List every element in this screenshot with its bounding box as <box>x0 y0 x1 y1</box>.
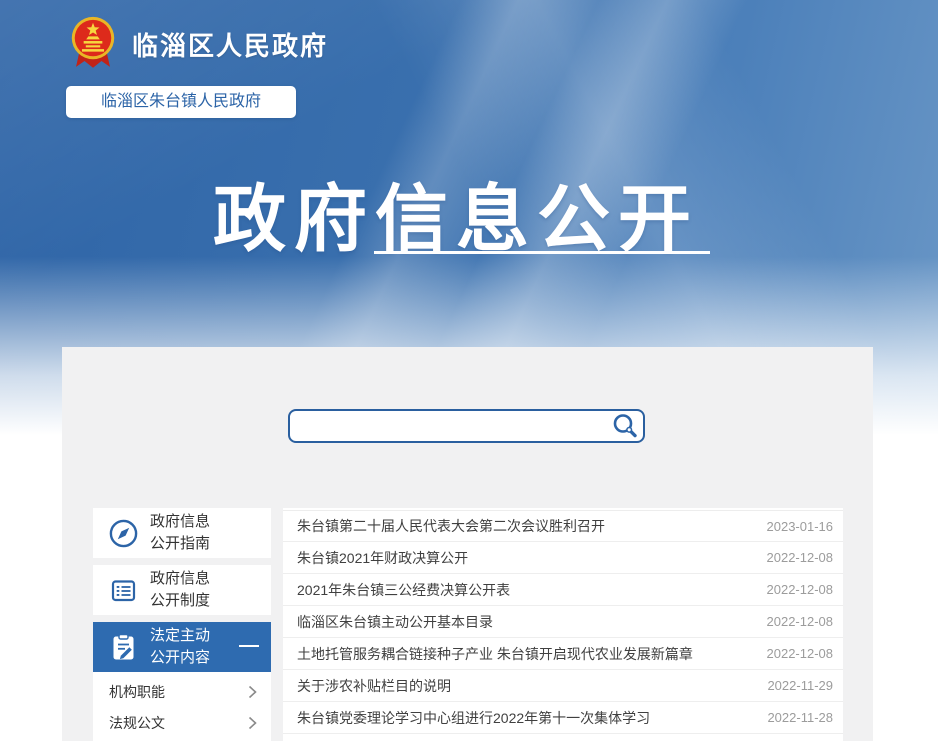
site-title: 临淄区人民政府 <box>132 26 328 63</box>
article-date: 2023-01-16 <box>767 519 834 534</box>
national-emblem-icon <box>66 16 120 72</box>
compass-icon <box>108 518 139 549</box>
article-date: 2022-12-08 <box>767 614 834 629</box>
content-card: 政府信息 公开指南 政府信息 公开制度 <box>62 347 873 741</box>
article-row[interactable]: 朱台镇2021年财政决算公开 2022-12-08 <box>283 542 843 574</box>
article-row[interactable]: 朱台镇第二十届人民代表大会第二次会议胜利召开 2023-01-16 <box>283 510 843 542</box>
sidebar-item-gov-info-guide[interactable]: 政府信息 公开指南 <box>93 508 271 558</box>
search-icon <box>611 412 639 440</box>
article-row[interactable]: 2021年朱台镇三公经费决算公开表 2022-12-08 <box>283 574 843 606</box>
article-link[interactable]: 关于涉农补贴栏目的说明 <box>297 676 451 696</box>
article-link[interactable]: 临淄区朱台镇主动公开基本目录 <box>297 612 493 632</box>
article-date: 2022-11-29 <box>767 678 833 693</box>
minus-icon: — <box>239 635 259 655</box>
article-date: 2022-12-08 <box>767 646 834 661</box>
article-date: 2022-12-08 <box>767 582 834 597</box>
site-logo-header[interactable]: 临淄区人民政府 <box>66 16 328 72</box>
sidebar-subitem-org-functions[interactable]: 机构职能 <box>93 676 271 707</box>
sidebar-item-label: 法定主动 公开内容 <box>150 625 210 669</box>
article-link[interactable]: 朱台镇第二十届人民代表大会第二次会议胜利召开 <box>297 516 605 536</box>
subsite-button[interactable]: 临淄区朱台镇人民政府 <box>66 86 296 118</box>
article-link[interactable]: 土地托管服务耦合链接种子产业 朱台镇开启现代农业发展新篇章 <box>297 644 693 664</box>
search-bar <box>288 409 645 443</box>
sidebar-item-statutory-disclosure[interactable]: 法定主动 公开内容 — <box>93 622 271 672</box>
sidebar-item-label: 政府信息 公开指南 <box>150 511 210 555</box>
sidebar-item-label: 政府信息 公开制度 <box>150 568 210 612</box>
article-link[interactable]: 朱台镇2021年财政决算公开 <box>297 548 468 568</box>
page: 临淄区人民政府 临淄区朱台镇人民政府 政府信息公开 <box>0 0 938 741</box>
clipboard-pen-icon <box>108 632 139 663</box>
search-button[interactable] <box>611 412 639 440</box>
ledger-icon <box>108 575 139 606</box>
chevron-right-icon <box>247 714 258 732</box>
article-link[interactable]: 朱台镇党委理论学习中心组进行2022年第十一次集体学习 <box>297 708 650 728</box>
search-input[interactable] <box>288 409 645 443</box>
sidebar-subitem-regulations[interactable]: 法规公文 <box>93 707 271 738</box>
article-list: 朱台镇第二十届人民代表大会第二次会议胜利召开 2023-01-16 朱台镇202… <box>283 508 843 741</box>
sidebar-submenu: 机构职能 法规公文 <box>93 672 271 741</box>
article-date: 2022-12-08 <box>767 550 834 565</box>
article-link[interactable]: 2021年朱台镇三公经费决算公开表 <box>297 580 510 600</box>
chevron-right-icon <box>247 683 258 701</box>
article-row[interactable]: 土地托管服务耦合链接种子产业 朱台镇开启现代农业发展新篇章 2022-12-08 <box>283 638 843 670</box>
article-row[interactable]: 关于涉农补贴栏目的说明 2022-11-29 <box>283 670 843 702</box>
title-underline <box>374 251 710 254</box>
article-row[interactable]: 临淄区朱台镇主动公开基本目录 2022-12-08 <box>283 606 843 638</box>
article-date: 2022-11-28 <box>767 710 833 725</box>
article-row[interactable]: 朱台镇党委理论学习中心组进行2022年第十一次集体学习 2022-11-28 <box>283 702 843 734</box>
sidebar-item-gov-info-system[interactable]: 政府信息 公开制度 <box>93 565 271 615</box>
